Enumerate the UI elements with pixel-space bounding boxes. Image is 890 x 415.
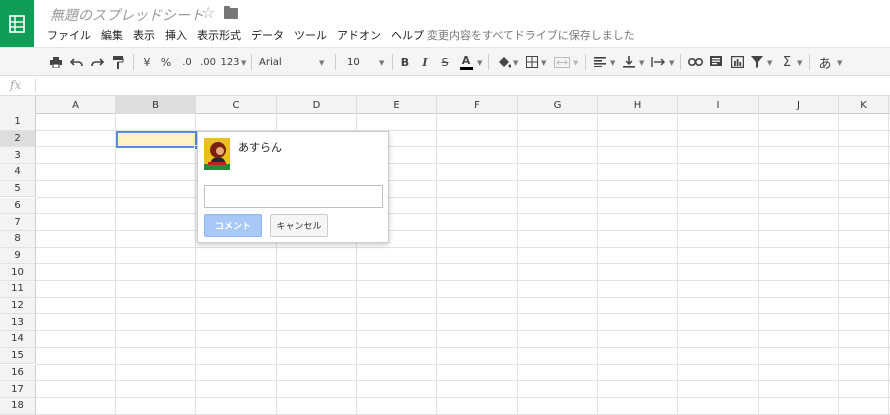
- link-icon[interactable]: [687, 53, 703, 71]
- spreadsheet-grid[interactable]: ABCDEFGHIJK 1 2 3 4 5 6 7 8 9 10 11 12 13 14 15 16 17 18: [0, 96, 890, 415]
- row-header-1[interactable]: 1: [0, 114, 36, 131]
- paint-format-icon[interactable]: [111, 53, 125, 71]
- folder-icon[interactable]: [224, 6, 238, 19]
- input-tools-button[interactable]: あ: [817, 53, 833, 72]
- text-wrap-icon[interactable]: [650, 53, 668, 71]
- chevron-down-icon: ▼: [319, 59, 325, 67]
- chevron-down-icon: ▼: [669, 59, 675, 67]
- row-header-3[interactable]: 3: [0, 147, 36, 165]
- column-header-i[interactable]: I: [678, 96, 759, 114]
- row-header-15[interactable]: 15: [0, 347, 36, 365]
- menu-format[interactable]: 表示形式: [197, 27, 241, 43]
- column-header-c[interactable]: C: [196, 96, 277, 114]
- row-header-11[interactable]: 11: [0, 281, 36, 298]
- comment-cancel-button[interactable]: キャンセル: [270, 214, 328, 237]
- font-name: Arial: [259, 56, 282, 68]
- merge-cells-icon[interactable]: [553, 53, 571, 71]
- column-header-e[interactable]: E: [357, 96, 437, 114]
- chevron-down-icon: ▼: [767, 59, 773, 67]
- comment-input[interactable]: [204, 185, 383, 208]
- menu-edit[interactable]: 編集: [101, 27, 123, 43]
- menu-tools[interactable]: ツール: [294, 27, 327, 43]
- decimal-increase-button[interactable]: .00: [199, 53, 217, 71]
- row-header-7[interactable]: 7: [0, 214, 36, 231]
- row-header-5[interactable]: 5: [0, 180, 36, 198]
- text-color-button[interactable]: A: [459, 53, 473, 71]
- functions-button[interactable]: Σ: [780, 53, 794, 71]
- menu-view[interactable]: 表示: [133, 27, 155, 43]
- menu-help[interactable]: ヘルプ: [391, 27, 424, 43]
- menu-addons[interactable]: アドオン: [337, 27, 381, 43]
- insert-comment-icon[interactable]: [709, 53, 723, 71]
- percent-button[interactable]: %: [160, 53, 172, 71]
- text-color-label: A: [461, 53, 471, 67]
- menu-data[interactable]: データ: [251, 27, 284, 43]
- row-header-13[interactable]: 13: [0, 314, 36, 332]
- row-header-10[interactable]: 10: [0, 264, 36, 281]
- redo-icon[interactable]: [90, 53, 104, 71]
- strikethrough-button[interactable]: S: [439, 53, 451, 71]
- column-header-d[interactable]: D: [277, 96, 357, 114]
- save-status[interactable]: 変更内容をすべてドライブに保存しました: [427, 27, 635, 43]
- column-header-f[interactable]: F: [437, 96, 518, 114]
- chevron-down-icon: ▼: [241, 59, 247, 67]
- row-header-4[interactable]: 4: [0, 164, 36, 181]
- column-header-b[interactable]: B: [116, 96, 196, 114]
- chevron-down-icon: ▼: [639, 59, 645, 67]
- column-header-h[interactable]: H: [598, 96, 678, 114]
- chevron-down-icon: ▼: [610, 59, 616, 67]
- app-header: 無題のスプレッドシート ☆ ファイル 編集 表示 挿入 表示形式 データ ツール…: [0, 0, 890, 48]
- formula-bar: fx: [0, 76, 890, 96]
- chevron-down-icon: ▼: [477, 59, 483, 67]
- filter-icon[interactable]: [750, 53, 764, 71]
- comment-popup: あすらん コメント キャンセル: [197, 131, 389, 243]
- selected-cell-b2[interactable]: [116, 131, 199, 150]
- insert-chart-icon[interactable]: [730, 53, 744, 71]
- print-icon[interactable]: [49, 53, 63, 71]
- row-header-8[interactable]: 8: [0, 230, 36, 248]
- chevron-down-icon: ▼: [797, 59, 803, 67]
- align-left-icon[interactable]: [593, 53, 607, 71]
- fx-icon: fx: [10, 78, 22, 92]
- menu-insert[interactable]: 挿入: [165, 27, 187, 43]
- sheets-logo-icon[interactable]: [0, 0, 34, 47]
- bold-button[interactable]: B: [399, 53, 411, 71]
- chevron-down-icon: ▼: [513, 59, 519, 67]
- vertical-align-icon[interactable]: [622, 53, 636, 71]
- star-icon[interactable]: ☆: [201, 3, 215, 22]
- more-formats-button[interactable]: 123: [220, 53, 240, 71]
- column-header-j[interactable]: J: [759, 96, 839, 114]
- column-header-a[interactable]: A: [36, 96, 116, 114]
- undo-icon[interactable]: [69, 53, 83, 71]
- font-size-value: 10: [347, 56, 360, 68]
- toolbar: ¥ % .0 .00 123 ▼ Arial ▼ 10 ▼ B I S A ▼ …: [0, 48, 890, 76]
- row-header-16[interactable]: 16: [0, 364, 36, 382]
- select-all-corner[interactable]: [0, 96, 36, 114]
- chevron-down-icon: ▼: [541, 59, 547, 67]
- menu-file[interactable]: ファイル: [47, 27, 91, 43]
- row-header-6[interactable]: 6: [0, 197, 36, 215]
- italic-button[interactable]: I: [419, 53, 431, 71]
- column-header-g[interactable]: G: [518, 96, 598, 114]
- comment-user-name: あすらん: [238, 141, 282, 154]
- comment-submit-button[interactable]: コメント: [204, 214, 262, 237]
- column-header-k[interactable]: K: [839, 96, 889, 114]
- row-header-12[interactable]: 12: [0, 297, 36, 315]
- row-header-17[interactable]: 17: [0, 381, 36, 398]
- doc-title[interactable]: 無題のスプレッドシート: [50, 5, 204, 25]
- row-header-9[interactable]: 9: [0, 247, 36, 265]
- borders-icon[interactable]: [525, 53, 539, 71]
- currency-button[interactable]: ¥: [141, 53, 153, 71]
- avatar: [204, 138, 230, 170]
- row-header-18[interactable]: 18: [0, 397, 36, 415]
- chevron-down-icon: ▼: [379, 59, 385, 67]
- chevron-down-icon: ▼: [837, 59, 843, 67]
- row-header-14[interactable]: 14: [0, 331, 36, 348]
- decimal-decrease-button[interactable]: .0: [179, 53, 195, 71]
- chevron-down-icon: ▼: [573, 59, 579, 67]
- row-header-2[interactable]: 2: [0, 130, 36, 148]
- fill-color-icon[interactable]: [496, 53, 512, 71]
- menu-bar: ファイル 編集 表示 挿入 表示形式 データ ツール アドオン ヘルプ: [47, 27, 434, 43]
